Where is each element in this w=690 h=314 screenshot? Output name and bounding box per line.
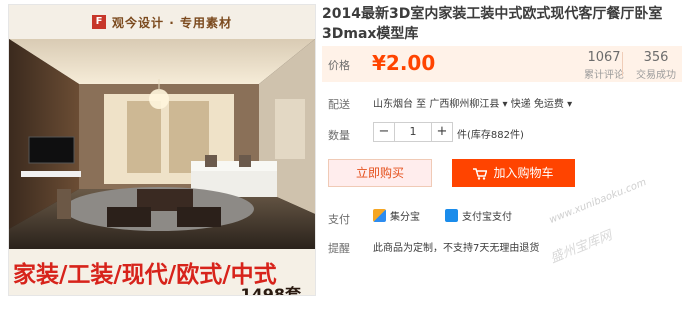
watermark-text: 盛州宝库网: [548, 228, 615, 267]
brand-text: 观今设计 · 专用素材: [112, 15, 232, 30]
banner-text: 家装/工装/现代/欧式/中式: [13, 262, 277, 288]
price-value: ¥2.00: [372, 51, 436, 75]
review-count-label: 累计评论: [584, 70, 624, 81]
cart-icon: [473, 167, 488, 180]
add-to-cart-button[interactable]: 加入购物车: [452, 159, 575, 187]
quantity-increase-button[interactable]: +: [431, 122, 453, 142]
payment-method-jifenbao[interactable]: 集分宝: [373, 208, 420, 223]
brand-logo: F: [92, 15, 107, 29]
notice-label: 提醒: [328, 242, 350, 255]
quantity-input[interactable]: 1: [395, 122, 431, 142]
sales-count-label: 交易成功: [636, 70, 676, 81]
quantity-decrease-button[interactable]: −: [373, 122, 395, 142]
product-image[interactable]: F 观今设计 · 专用素材 家装/工装/现代/欧式/中式 1498套: [8, 4, 316, 296]
quantity-stepper: − 1 +: [373, 122, 453, 142]
brand-header: F 观今设计 · 专用素材: [9, 5, 315, 39]
stat-divider: [622, 52, 623, 76]
stock-info: 件(库存882件): [457, 130, 524, 141]
payment-method-label: 集分宝: [390, 212, 420, 223]
shipping-selector[interactable]: 山东烟台 至 广西柳州柳江县 ▾ 快递 免运费 ▾: [373, 95, 572, 110]
notice-text: 此商品为定制，不支持7天无理由退货: [373, 243, 540, 254]
jifenbao-icon: [373, 209, 386, 222]
quantity-label: 数量: [328, 129, 350, 142]
product-title: 2014最新3D室内家装工装中式欧式现代客厅餐厅卧室3Dmax模型库: [322, 6, 663, 42]
sales-count: 356: [643, 50, 669, 65]
payment-method-label: 支付宝支付: [462, 212, 512, 223]
add-to-cart-label: 加入购物车: [493, 166, 554, 180]
shipping-label: 配送: [328, 98, 350, 111]
price-label: 价格: [328, 59, 350, 72]
alipay-icon: [445, 209, 458, 222]
sales-count-stat[interactable]: 356 交易成功: [636, 50, 676, 81]
buy-now-button[interactable]: 立即购买: [328, 159, 432, 187]
review-count-stat[interactable]: 1067 累计评论: [584, 50, 624, 81]
payment-method-alipay[interactable]: 支付宝支付: [445, 208, 512, 223]
payment-label: 支付: [328, 213, 350, 226]
living-room-scene: [9, 39, 315, 249]
image-banner: 家装/工装/现代/欧式/中式 1498套: [9, 249, 315, 295]
review-count: 1067: [587, 50, 621, 65]
banner-count: 1498套: [240, 285, 301, 296]
price-box: 价格 ¥2.00 1067 累计评论 356 交易成功: [322, 46, 682, 82]
